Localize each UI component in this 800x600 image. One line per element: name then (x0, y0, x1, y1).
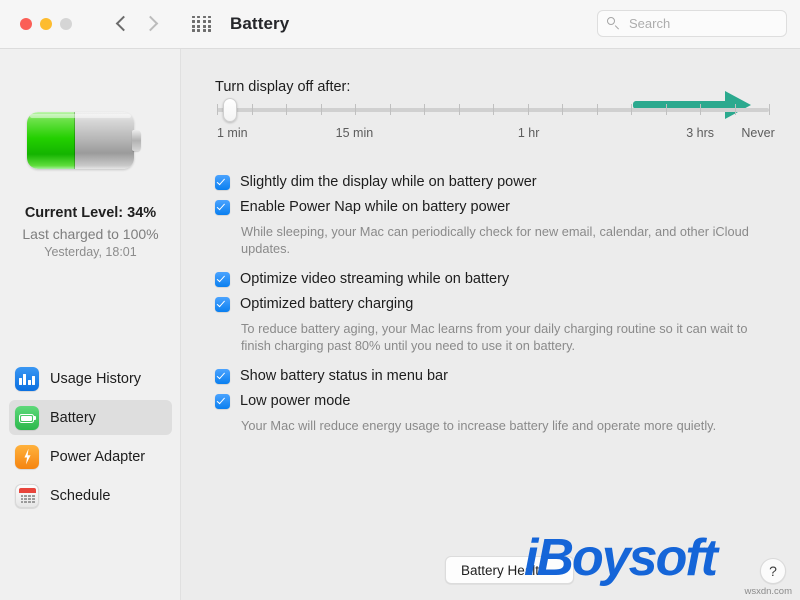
option-row-menu-bar-status[interactable]: Show battery status in menu bar (215, 367, 800, 386)
slider-tick (596, 104, 598, 115)
slider-knob[interactable] (223, 98, 238, 122)
search-field[interactable] (597, 10, 787, 37)
battery-health-button[interactable]: Battery Health... (445, 556, 574, 584)
slider-tick (665, 104, 667, 115)
main-content: Turn display off after: 1 min 15 min 1 hr 3… (181, 49, 800, 600)
slider-tick (493, 104, 494, 115)
checkbox-power-nap[interactable] (215, 200, 230, 215)
sidebar-item-usage-history[interactable]: Usage History (9, 361, 172, 396)
back-icon[interactable] (116, 15, 127, 33)
slider-tick (734, 104, 736, 115)
slider-tick (631, 104, 632, 115)
close-button[interactable] (20, 18, 32, 30)
battery-illustration (27, 112, 142, 169)
option-description-power-nap: While sleeping, your Mac can periodicall… (241, 224, 749, 256)
slider-tick (424, 104, 425, 115)
help-button[interactable]: ? (760, 558, 786, 584)
battery-gloss (30, 114, 131, 118)
sidebar-nav-list: Usage History Battery Power Adapter Sche… (0, 361, 181, 517)
slider-tick (700, 104, 701, 115)
checkbox-optimize-video[interactable] (215, 272, 230, 287)
option-label: Slightly dim the display while on batter… (240, 174, 537, 190)
slider-tick-label: 1 min (217, 126, 248, 140)
slider-tick (251, 104, 253, 115)
option-row-low-power-mode[interactable]: Low power mode (215, 392, 800, 411)
option-description-optimized-charging: To reduce battery aging, your Mac learns… (241, 321, 748, 353)
sidebar-item-label: Usage History (50, 370, 142, 387)
slider-tick (217, 104, 218, 115)
battery-charge-fill (27, 112, 76, 169)
option-label: Optimized battery charging (240, 296, 414, 312)
option-row-optimize-video[interactable]: Optimize video streaming while on batter… (215, 270, 800, 289)
checkbox-dim-display[interactable] (215, 175, 230, 190)
option-label: Enable Power Nap while on battery power (240, 199, 511, 215)
page-title: Battery (230, 14, 290, 33)
battery-shell (27, 112, 134, 169)
battery-status: Current Level: 34% Last charged to 100% … (0, 205, 181, 259)
system-preferences-window: Battery Current Level: 34% Last charged … (0, 0, 800, 600)
watermark-site: wsxdn.com (744, 586, 792, 597)
option-label: Show battery status in menu bar (240, 368, 448, 384)
slider-tick (389, 104, 391, 115)
slider-tick (286, 104, 287, 115)
slider-tick (320, 104, 322, 115)
slider-tick (527, 104, 529, 115)
slider-tick-label: Never (741, 126, 775, 140)
sidebar-item-battery[interactable]: Battery (9, 400, 172, 435)
last-charged-text: Last charged to 100% (22, 226, 159, 242)
sidebar-item-label: Power Adapter (50, 448, 146, 465)
search-input[interactable] (627, 15, 771, 32)
checkbox-menu-bar-status[interactable] (215, 369, 230, 384)
zoom-button[interactable] (60, 18, 72, 30)
slider-tick (769, 104, 770, 115)
search-icon (607, 17, 620, 30)
option-row-power-nap[interactable]: Enable Power Nap while on battery power (215, 198, 800, 217)
battery-terminal (132, 130, 141, 151)
slider-ticks (217, 104, 770, 116)
navigation-buttons (116, 15, 156, 33)
schedule-icon (15, 483, 39, 508)
title-bar: Battery (0, 0, 800, 49)
slider-tick (562, 104, 563, 115)
slider-tick-labels: 1 min 15 min 1 hr 3 hrs Never (217, 126, 775, 146)
display-sleep-slider[interactable] (217, 98, 770, 122)
usage-history-icon (15, 366, 39, 391)
window-controls (20, 18, 72, 30)
last-charged-time: Yesterday, 18:01 (44, 245, 137, 259)
slider-tick (458, 104, 460, 115)
display-sleep-slider-group: 1 min 15 min 1 hr 3 hrs Never (217, 91, 775, 146)
slider-tick-label: 3 hrs (686, 126, 714, 140)
option-row-dim-display[interactable]: Slightly dim the display while on batter… (215, 173, 800, 192)
slider-tick (355, 104, 356, 115)
slider-tick-label: 1 hr (517, 126, 540, 140)
option-label: Low power mode (240, 393, 351, 409)
sidebar-item-schedule[interactable]: Schedule (9, 478, 172, 513)
footer-bar: Battery Health... ? (181, 542, 800, 600)
checkbox-low-power-mode[interactable] (215, 394, 230, 409)
option-label: Optimize video streaming while on batter… (240, 271, 510, 287)
show-all-grid-icon[interactable] (192, 15, 212, 33)
slider-tick-label: 15 min (335, 126, 374, 140)
option-description-low-power-mode: Your Mac will reduce energy usage to inc… (241, 418, 717, 433)
current-level-text: Current Level: 34% (24, 205, 157, 221)
battery-icon (15, 405, 39, 430)
forward-icon[interactable] (145, 15, 156, 33)
checkbox-optimized-charging[interactable] (215, 297, 230, 312)
sidebar-item-label: Battery (50, 409, 96, 426)
sidebar-item-label: Schedule (50, 487, 111, 504)
sidebar: Current Level: 34% Last charged to 100% … (0, 49, 181, 600)
battery-options-list: Slightly dim the display while on batter… (215, 173, 800, 434)
minimize-button[interactable] (40, 18, 52, 30)
option-row-optimized-charging[interactable]: Optimized battery charging (215, 295, 800, 314)
sidebar-item-power-adapter[interactable]: Power Adapter (9, 439, 172, 474)
power-adapter-icon (15, 444, 39, 469)
window-body: Current Level: 34% Last charged to 100% … (0, 49, 800, 600)
